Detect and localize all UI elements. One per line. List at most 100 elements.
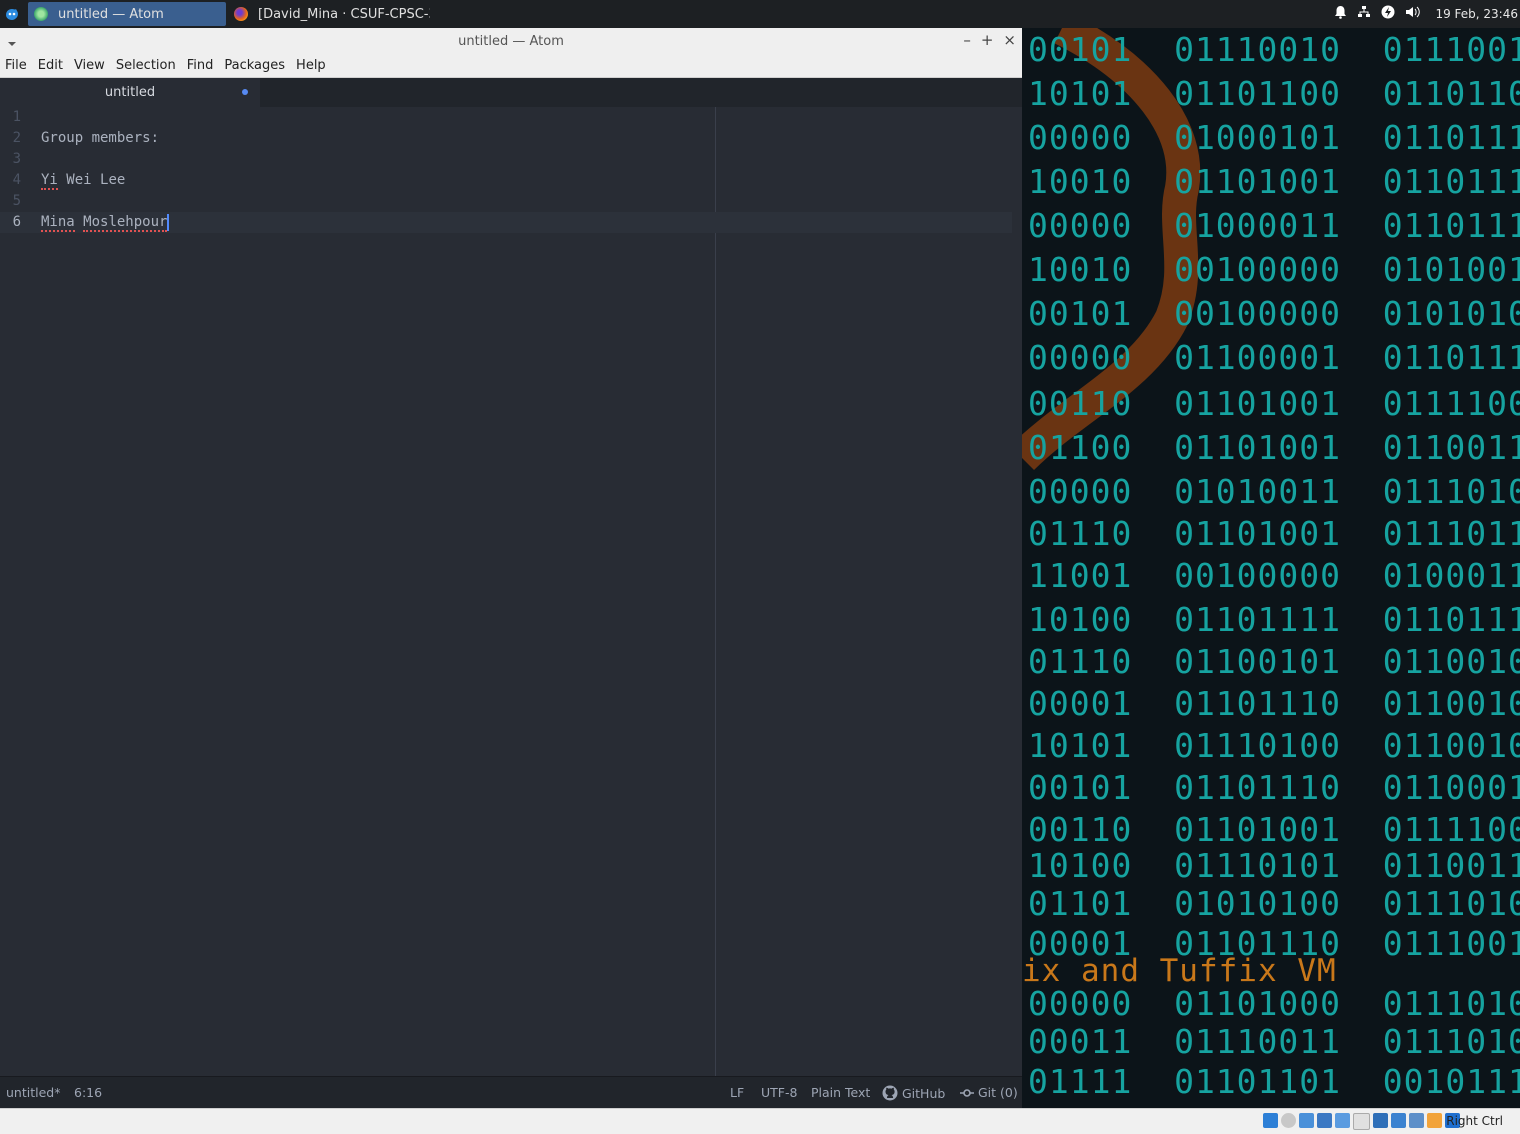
spelling-error: Moslehpour: [83, 214, 168, 232]
menu-edit[interactable]: Edit: [33, 58, 69, 73]
status-cursor-position[interactable]: 6:16: [74, 1085, 102, 1100]
window-titlebar[interactable]: untitled — Atom – + ×: [0, 28, 1022, 54]
status-github-label: GitHub: [902, 1085, 946, 1101]
atom-window: untitled — Atom – + × File Edit View Sel…: [0, 28, 1022, 1109]
window-title: untitled — Atom: [458, 33, 564, 49]
top-taskbar: untitled — Atom [David_Mina · CSUF-CPSC-…: [0, 0, 1520, 28]
vm-cpu-icon[interactable]: [1409, 1113, 1424, 1128]
wallpaper-binary-row: 00000 01000011 01101111: [1028, 206, 1520, 245]
menu-bar: File Edit View Selection Find Packages H…: [0, 54, 1022, 78]
clock[interactable]: 19 Feb, 23:46: [1435, 7, 1518, 21]
vm-optical-drive-icon[interactable]: [1281, 1113, 1296, 1128]
modified-indicator-icon[interactable]: [242, 89, 248, 95]
wallpaper-binary-row: 00000 01101000 01110100: [1028, 984, 1520, 1023]
wallpaper-binary-row: 01111 01101101 00101111: [1028, 1062, 1520, 1101]
system-tray: 19 Feb, 23:46: [1334, 0, 1520, 28]
status-grammar[interactable]: Plain Text: [811, 1085, 870, 1100]
line-number: 2: [12, 130, 21, 146]
editor-line-active[interactable]: 6 Mina Moslehpour: [0, 212, 1012, 233]
status-bar: untitled* 6:16 LF UTF-8 Plain Text GitHu…: [0, 1076, 1022, 1109]
wallpaper-binary-row: 00101 01110010 01110011: [1028, 30, 1520, 69]
status-git-button[interactable]: Git (0): [960, 1085, 1018, 1100]
text-editor[interactable]: 1 2 Group members: 3 4 Yi Wei Lee 5 6 Mi…: [0, 107, 1022, 1076]
wallpaper-binary-row: 00000 01100001 01101110: [1028, 338, 1520, 377]
editor-line[interactable]: 4 Yi Wei Lee: [0, 170, 1012, 191]
wallpaper-binary-row: 01100 01101001 01100110: [1028, 428, 1520, 467]
vm-network-icon[interactable]: [1317, 1113, 1332, 1128]
spelling-error: Yi: [41, 172, 58, 190]
firefox-icon: [234, 7, 248, 21]
editor-line[interactable]: 2 Group members:: [0, 128, 1012, 149]
volume-icon[interactable]: [1405, 5, 1421, 23]
wallpaper-binary-row: 00000 01010011 01110100: [1028, 472, 1520, 511]
menu-selection[interactable]: Selection: [111, 58, 182, 73]
wallpaper-binary-row: 00001 01101110 01100100: [1028, 684, 1520, 723]
wallpaper-binary-row: 10010 00100000 01010011: [1028, 250, 1520, 289]
maximize-button[interactable]: +: [981, 31, 994, 49]
taskbar-item-firefox[interactable]: [David_Mina · CSUF-CPSC-3...: [230, 2, 430, 26]
line-number: 3: [12, 151, 21, 167]
vm-harddisk-icon[interactable]: [1263, 1113, 1278, 1128]
menu-view[interactable]: View: [69, 58, 111, 73]
network-icon[interactable]: [1357, 5, 1371, 23]
wallpaper-binary-row: 01110 01101001 01110110: [1028, 514, 1520, 553]
wallpaper-binary-row: 00000 01000101 01101110: [1028, 118, 1520, 157]
vm-audio-icon[interactable]: [1299, 1113, 1314, 1128]
spelling-error: Mina: [41, 214, 75, 232]
line-number: 5: [12, 193, 21, 209]
wallpaper-binary-row: 11001 00100000 01000110: [1028, 556, 1520, 595]
vm-recording-icon[interactable]: [1391, 1113, 1406, 1128]
update-icon[interactable]: [1381, 5, 1395, 23]
vm-shared-folder-icon[interactable]: [1353, 1113, 1370, 1130]
status-file-name[interactable]: untitled*: [6, 1085, 60, 1100]
git-commit-icon: [960, 1088, 974, 1097]
wallpaper-caption: ix and Tuffix VM: [1022, 953, 1337, 989]
app-menu-icon[interactable]: [0, 2, 24, 26]
menu-packages[interactable]: Packages: [219, 58, 291, 73]
wallpaper-binary-row: 00101 01101110 01100011: [1028, 768, 1520, 807]
taskbar-item-label: [David_Mina · CSUF-CPSC-3...: [258, 6, 430, 22]
status-github-button[interactable]: GitHub: [882, 1085, 945, 1101]
tab-label: untitled: [104, 85, 156, 100]
notification-bell-icon[interactable]: [1334, 5, 1347, 23]
editor-line[interactable]: 1: [0, 107, 1012, 128]
wallpaper-binary-row: 10100 01101111 01101110: [1028, 600, 1520, 639]
line-text: Yi Wei Lee: [41, 172, 126, 190]
wallpaper-binary-row: 10010 01101001 01101110: [1028, 162, 1520, 201]
wallpaper-binary-row: 00110 01101001 01111000: [1028, 384, 1520, 423]
vm-mouse-integration-icon[interactable]: [1427, 1113, 1442, 1128]
desktop-wallpaper: 00101 01110010 01110011 10101 01101100 01…: [1022, 28, 1520, 1108]
vm-usb-icon[interactable]: [1335, 1113, 1350, 1128]
menu-help[interactable]: Help: [291, 58, 332, 73]
tab-untitled[interactable]: untitled: [0, 78, 260, 107]
window-menu-icon[interactable]: [7, 36, 17, 51]
taskbar-item-label: untitled — Atom: [58, 6, 164, 22]
editor-line[interactable]: 3: [0, 149, 1012, 170]
wallpaper-binary-row: 00101 00100000 01010100: [1028, 294, 1520, 333]
wallpaper-binary-row: 01101 01010100 01110101: [1028, 884, 1520, 923]
wallpaper-binary-row: 10101 01110100 01100101: [1028, 726, 1520, 765]
line-number: 1: [12, 109, 21, 125]
status-line-ending[interactable]: LF: [730, 1085, 744, 1100]
menu-file[interactable]: File: [0, 58, 33, 73]
wrap-guide: [715, 107, 716, 1076]
editor-line[interactable]: 5: [0, 191, 1012, 212]
wallpaper-binary-row: 10101 01101100 01101100: [1028, 74, 1520, 113]
github-icon: [882, 1085, 898, 1101]
atom-icon: [34, 7, 48, 21]
wallpaper-binary-row: 10100 01110101 01100110: [1028, 846, 1520, 885]
line-text: Group members:: [41, 130, 160, 146]
status-encoding[interactable]: UTF-8: [761, 1085, 797, 1100]
tab-bar: untitled: [0, 78, 1022, 107]
status-git-label: Git (0): [978, 1085, 1018, 1100]
wallpaper-binary-row: 00011 01110011 01110101: [1028, 1022, 1520, 1061]
close-button[interactable]: ×: [1003, 31, 1016, 49]
vm-display-icon[interactable]: [1373, 1113, 1388, 1128]
vm-status-bar: Right Ctrl: [0, 1108, 1520, 1134]
line-number: 6: [12, 214, 21, 230]
minimize-button[interactable]: –: [963, 31, 971, 49]
line-number: 4: [12, 172, 21, 188]
taskbar-item-atom[interactable]: untitled — Atom: [28, 2, 226, 26]
wallpaper-binary-row: 00110 01101001 01111000: [1028, 810, 1520, 849]
menu-find[interactable]: Find: [182, 58, 220, 73]
